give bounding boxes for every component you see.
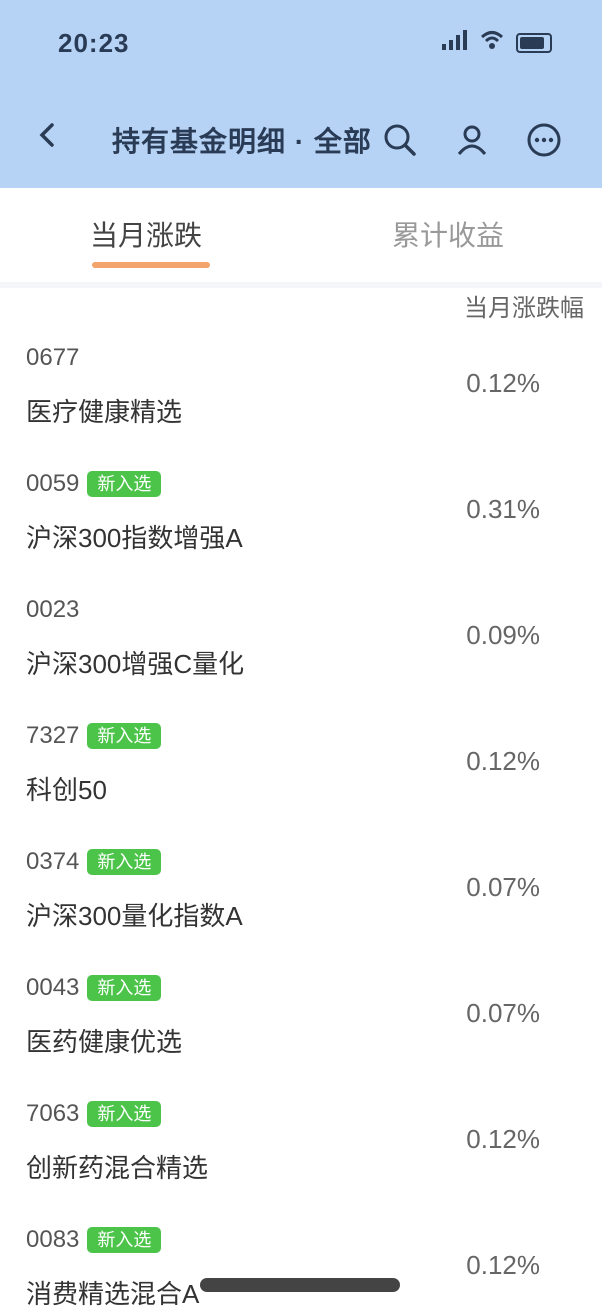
fund-name: 沪深300指数增强A (26, 523, 243, 553)
list-item[interactable]: 0677 医疗健康精选 0.12% (0, 330, 602, 456)
fund-name: 创新药混合精选 (26, 1153, 209, 1183)
status-bar: 20:23 (0, 0, 602, 90)
home-indicator[interactable] (200, 1278, 400, 1292)
active-tab-indicator (92, 262, 210, 268)
list-item[interactable]: 0374 新入选 沪深300量化指数A 0.07% (0, 834, 602, 960)
header: 20:23 持有基金明细 · 全部 (0, 0, 602, 188)
list-item[interactable]: 7327 新入选 科创50 0.12% (0, 708, 602, 834)
fund-code: 7327 新入选 (26, 722, 162, 750)
list-item[interactable]: 0059 新入选 沪深300指数增强A 0.31% (0, 456, 602, 582)
fund-change-value: 0.12% (466, 746, 540, 776)
status-time: 20:23 (58, 28, 130, 58)
list-item[interactable]: 7063 新入选 创新药混合精选 0.12% (0, 1086, 602, 1212)
wifi-icon (480, 30, 504, 56)
tab-monthly-change[interactable]: 当月涨跌 (90, 214, 202, 254)
back-arrow-icon[interactable] (30, 120, 66, 160)
fund-name: 医药健康优选 (26, 1027, 183, 1057)
fund-name: 沪深300量化指数A (26, 901, 243, 931)
tab-bar: 当月涨跌 累计收益 (0, 196, 602, 270)
person-icon[interactable] (450, 118, 494, 162)
list-item[interactable]: 0023 沪深300增强C量化 0.09% (0, 582, 602, 708)
fund-change-value: 0.07% (466, 872, 540, 902)
search-icon[interactable] (378, 118, 422, 162)
status-badge: 新入选 (87, 1101, 162, 1127)
status-badge: 新入选 (87, 723, 162, 749)
column-header-monthly-change[interactable]: 当月涨跌幅 (464, 288, 584, 323)
status-badge: 新入选 (87, 1227, 162, 1253)
fund-name: 沪深300增强C量化 (26, 649, 245, 679)
fund-code: 0043 新入选 (26, 974, 162, 1002)
fund-code: 0059 新入选 (26, 470, 162, 498)
fund-change-value: 0.31% (466, 494, 540, 524)
fund-code: 0023 (26, 596, 80, 623)
fund-change-value: 0.12% (466, 1124, 540, 1154)
fund-name: 消费精选混合A (26, 1279, 200, 1306)
list-item[interactable]: 0043 新入选 医药健康优选 0.07% (0, 960, 602, 1086)
page-title: 持有基金明细 · 全部 (112, 126, 372, 157)
status-badge: 新入选 (87, 975, 162, 1001)
fund-code: 0083 新入选 (26, 1226, 162, 1254)
signal-icon (442, 30, 468, 56)
fund-name: 医疗健康精选 (26, 397, 183, 427)
fund-code: 7063 新入选 (26, 1100, 162, 1128)
more-icon[interactable] (522, 118, 566, 162)
fund-change-value: 0.12% (466, 368, 540, 398)
fund-name: 科创50 (26, 775, 107, 805)
fund-change-value: 0.12% (466, 1250, 540, 1280)
battery-icon (516, 33, 552, 53)
app-bar-actions (378, 118, 566, 162)
tab-cumulative-return[interactable]: 累计收益 (392, 214, 504, 254)
app-bar: 持有基金明细 · 全部 (0, 100, 602, 180)
fund-change-value: 0.09% (466, 620, 540, 650)
status-badge: 新入选 (87, 471, 162, 497)
fund-code: 0374 新入选 (26, 848, 162, 876)
fund-change-value: 0.07% (466, 998, 540, 1028)
fund-list: 0677 医疗健康精选 0.12% 0059 新入选 沪深300指数增强A 0.3… (0, 330, 602, 1306)
status-badge: 新入选 (87, 849, 162, 875)
fund-code: 0677 (26, 344, 80, 371)
status-icons (442, 30, 552, 56)
